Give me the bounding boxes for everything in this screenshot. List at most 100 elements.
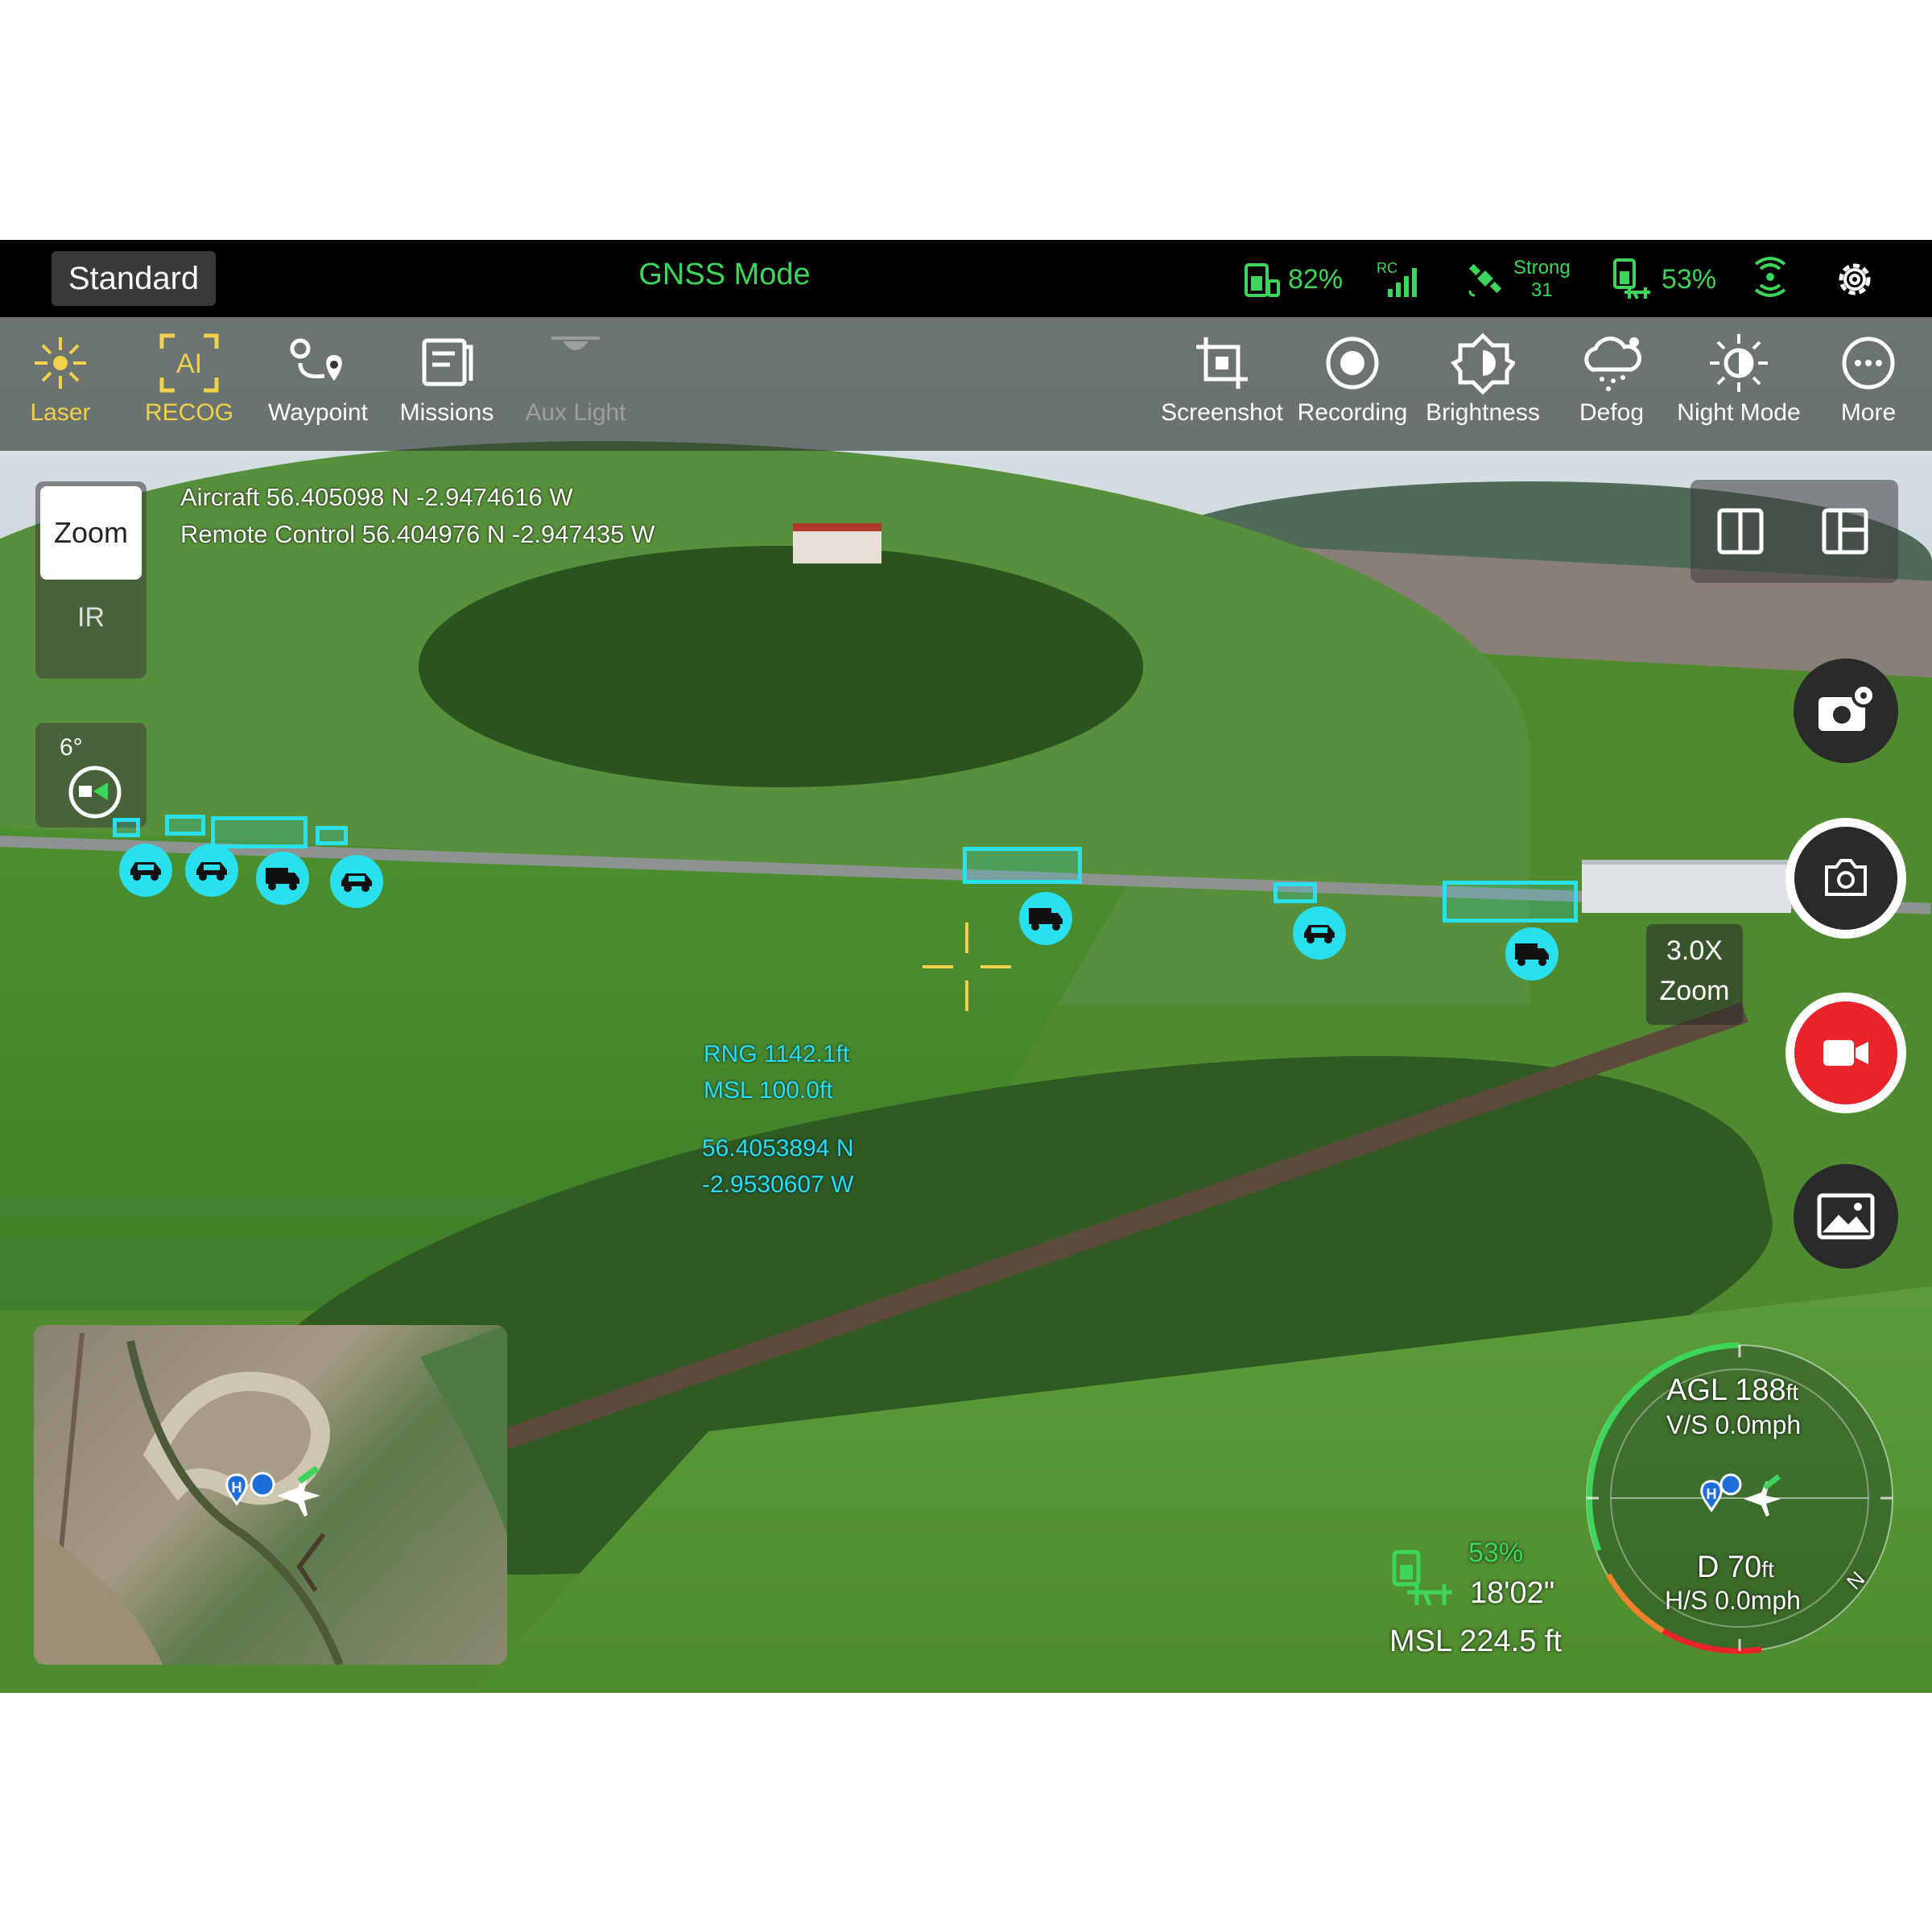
msl-altitude: MSL 224.5 ft [1389, 1624, 1563, 1658]
camera-icon [1825, 859, 1867, 896]
detection-badge-car[interactable] [119, 844, 172, 897]
split-vertical-icon[interactable] [1715, 506, 1766, 557]
detection-box[interactable] [1443, 881, 1578, 923]
split-grid-icon[interactable] [1819, 506, 1871, 557]
waypoint-tool-button[interactable]: Waypoint [258, 327, 378, 448]
zoom-camera-button[interactable]: Zoom [40, 486, 142, 580]
media-gallery-button[interactable] [1794, 1164, 1898, 1269]
more-tool-button[interactable]: More [1808, 327, 1929, 448]
gnss-status: Strong 31 [1465, 251, 1571, 308]
camera-settings-button[interactable] [1794, 658, 1898, 763]
zoom-level-value: 3.0X [1666, 935, 1723, 966]
detection-badge-car[interactable] [185, 844, 238, 897]
detection-badge-car[interactable] [1293, 906, 1346, 960]
missions-tool-button[interactable]: Missions [386, 327, 507, 448]
detection-box[interactable] [1274, 882, 1317, 903]
aux-light-tool-button[interactable]: Aux Light [515, 327, 636, 448]
attitude-indicator[interactable]: AGL 188ft V/S 0.0mph H D 70ft H/S 0.0mph… [1575, 1333, 1905, 1663]
svg-text:AI: AI [176, 349, 202, 379]
home-marker-label: H [1707, 1486, 1717, 1502]
camera-switch: Zoom IR [35, 481, 147, 679]
screenshot-tool-button[interactable]: Screenshot [1159, 327, 1285, 448]
laser-msl: MSL 100.0ft [704, 1077, 833, 1104]
detection-badge-truck[interactable] [256, 852, 309, 905]
missions-icon [422, 338, 473, 386]
truck-icon [1029, 908, 1063, 931]
record-video-button[interactable] [1785, 993, 1906, 1113]
screenshot-crop-icon [1196, 337, 1248, 389]
more-label: More [1840, 399, 1897, 426]
detection-box[interactable] [211, 816, 308, 848]
distance-readout: D 70ft [1697, 1550, 1774, 1585]
brightness-label: Brightness [1426, 399, 1540, 426]
detection-box[interactable] [113, 818, 140, 837]
laser-tool-button[interactable]: Laser [0, 327, 121, 448]
laser-range: RNG 1142.1ft [704, 1041, 850, 1067]
distance-label: D [1697, 1550, 1719, 1584]
gimbal-angle: 6° [60, 734, 83, 761]
target-longitude: -2.9530607 W [702, 1171, 854, 1198]
gimbal-indicator[interactable]: 6° [35, 723, 147, 828]
gimbal-icon [68, 766, 122, 819]
detection-badge-car[interactable] [330, 855, 383, 908]
svg-text:H: H [232, 1480, 242, 1496]
detection-badge-truck[interactable] [1019, 892, 1072, 945]
car-icon [341, 873, 372, 892]
status-bar: Standard GNSS Mode 82% RC Strong 31 53% [0, 240, 1932, 317]
recording-tool-button[interactable]: Recording [1290, 327, 1415, 448]
laser-label: Laser [30, 399, 91, 426]
brightness-tool-button[interactable]: Brightness [1420, 327, 1546, 448]
settings-button[interactable] [1831, 251, 1879, 308]
night-mode-tool-button[interactable]: Night Mode [1674, 327, 1803, 448]
aux-light-label: Aux Light [525, 399, 626, 426]
drone-camera-view: Standard GNSS Mode 82% RC Strong 31 53% … [0, 240, 1932, 1693]
brightness-icon [1451, 332, 1515, 395]
recog-tool-button[interactable]: AI RECOG [129, 327, 250, 448]
warehouse [1582, 860, 1791, 913]
distance-unit: ft [1761, 1557, 1774, 1582]
zoom-level-indicator[interactable]: 3.0X Zoom [1646, 924, 1743, 1025]
aircraft-battery-value: 53% [1662, 263, 1717, 295]
minimap[interactable]: H [34, 1325, 507, 1665]
aircraft-battery-status: 53% [1610, 251, 1716, 308]
transmission-status[interactable] [1747, 251, 1794, 308]
aircraft-battery-icon [1613, 258, 1650, 299]
recording-label: Recording [1297, 399, 1408, 426]
flight-mode-button[interactable]: Standard [52, 251, 216, 306]
car-icon [130, 862, 161, 881]
aircraft-battery-icon [1392, 1550, 1452, 1606]
positioning-mode: GNSS Mode [638, 258, 811, 291]
agl-label: AGL [1666, 1373, 1727, 1407]
rc-battery-icon [1245, 263, 1280, 297]
detection-badge-truck[interactable] [1505, 927, 1558, 980]
ai-recog-icon: AI [159, 333, 219, 393]
ir-camera-button[interactable]: IR [35, 602, 147, 634]
recording-icon [1326, 336, 1379, 390]
home-aircraft-icon: H [1700, 1473, 1781, 1517]
split-view-controls [1690, 480, 1898, 583]
rc-battery-status: 82% [1240, 251, 1343, 308]
night-mode-label: Night Mode [1677, 399, 1801, 426]
detection-box[interactable] [963, 847, 1082, 884]
defog-label: Defog [1579, 399, 1645, 426]
crosshair-icon [923, 923, 1011, 1011]
detection-box[interactable] [316, 826, 348, 845]
car-icon [1304, 925, 1335, 943]
truck-icon [1515, 943, 1549, 966]
aircraft-coordinates: Aircraft 56.405098 N -2.9474616 W [180, 483, 573, 511]
recog-label: RECOG [144, 399, 233, 426]
horizontal-speed: H/S 0.0mph [1665, 1586, 1801, 1615]
detection-box[interactable] [165, 815, 205, 836]
distance-value: 70 [1728, 1550, 1762, 1584]
rc-signal-status: RC [1377, 251, 1422, 308]
truck-icon [266, 868, 299, 890]
remote-control-coordinates: Remote Control 56.404976 N -2.947435 W [180, 520, 655, 548]
aircraft-position-icon: H [225, 1465, 320, 1517]
target-latitude: 56.4053894 N [702, 1135, 854, 1162]
defog-tool-button[interactable]: Defog [1549, 327, 1674, 448]
video-camera-icon [1823, 1040, 1868, 1066]
waypoint-icon [290, 338, 342, 381]
photo-shutter-button[interactable] [1785, 818, 1906, 939]
defog-icon [1584, 336, 1642, 391]
night-mode-icon [1710, 334, 1768, 392]
